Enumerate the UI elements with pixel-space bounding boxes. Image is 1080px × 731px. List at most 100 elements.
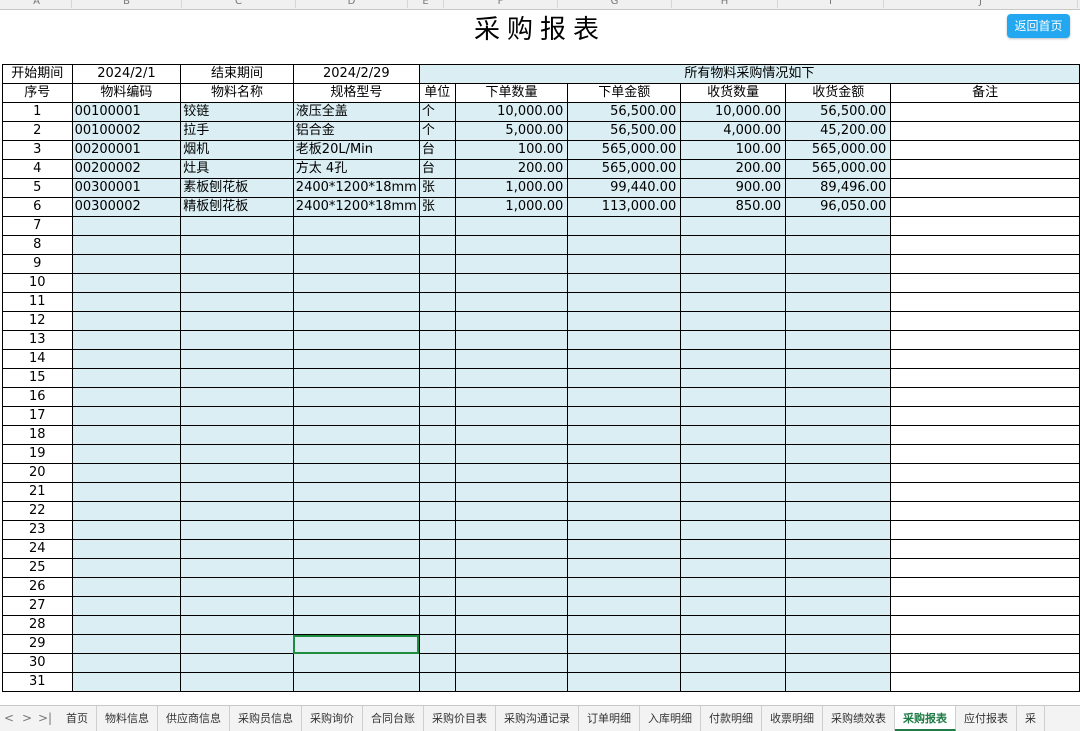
table-cell[interactable] <box>454 577 569 597</box>
table-cell[interactable]: 00300002 <box>71 197 182 217</box>
table-cell[interactable] <box>890 463 1080 483</box>
table-cell[interactable] <box>292 425 420 445</box>
row-number-cell[interactable]: 17 <box>2 406 73 426</box>
table-cell[interactable] <box>180 273 294 293</box>
table-cell[interactable] <box>454 330 569 350</box>
tab-prev-icon[interactable]: < <box>2 706 16 731</box>
table-cell[interactable] <box>785 273 892 293</box>
table-cell[interactable] <box>890 273 1080 293</box>
table-cell[interactable] <box>292 482 420 502</box>
table-cell[interactable] <box>180 216 294 236</box>
table-cell[interactable] <box>454 387 569 407</box>
row-number-cell[interactable]: 18 <box>2 425 73 445</box>
table-cell[interactable] <box>180 444 294 464</box>
table-cell[interactable] <box>680 520 787 540</box>
table-cell[interactable] <box>454 273 569 293</box>
table-cell[interactable] <box>180 615 294 635</box>
table-cell[interactable] <box>418 463 456 483</box>
table-cell[interactable] <box>680 615 787 635</box>
table-cell[interactable] <box>454 653 569 673</box>
table-cell[interactable] <box>71 330 182 350</box>
table-cell[interactable] <box>454 539 569 559</box>
table-cell[interactable] <box>680 444 787 464</box>
table-cell[interactable] <box>890 406 1080 426</box>
table-cell[interactable] <box>680 577 787 597</box>
table-cell[interactable]: 台 <box>418 159 456 179</box>
row-number-cell[interactable]: 20 <box>2 463 73 483</box>
column-header[interactable]: 序号 <box>2 83 73 103</box>
table-cell[interactable] <box>454 615 569 635</box>
row-number-cell[interactable]: 23 <box>2 520 73 540</box>
table-cell[interactable] <box>890 501 1080 521</box>
row-number-cell[interactable]: 15 <box>2 368 73 388</box>
table-cell[interactable] <box>890 330 1080 350</box>
table-cell[interactable] <box>292 463 420 483</box>
table-cell[interactable] <box>418 653 456 673</box>
sheet-tab[interactable]: 供应商信息 <box>158 706 230 731</box>
table-cell[interactable] <box>418 254 456 274</box>
sheet-tab[interactable]: 采购沟通记录 <box>496 706 579 731</box>
sheet-tab[interactable]: 合同台账 <box>363 706 424 731</box>
table-cell[interactable] <box>418 672 456 692</box>
start-period-label[interactable]: 开始期间 <box>2 64 73 84</box>
table-cell[interactable] <box>680 558 787 578</box>
table-cell[interactable]: 00100001 <box>71 102 182 122</box>
table-cell[interactable] <box>71 349 182 369</box>
table-cell[interactable]: 5 <box>2 178 73 198</box>
table-cell[interactable] <box>180 482 294 502</box>
table-cell[interactable] <box>890 102 1080 122</box>
back-to-home-button[interactable]: 返回首页 <box>1007 14 1070 38</box>
table-cell[interactable] <box>418 501 456 521</box>
row-number-cell[interactable]: 30 <box>2 653 73 673</box>
table-cell[interactable] <box>680 235 787 255</box>
table-cell[interactable] <box>180 368 294 388</box>
table-cell[interactable] <box>785 558 892 578</box>
table-cell[interactable] <box>292 216 420 236</box>
column-header[interactable]: 单位 <box>418 83 456 103</box>
table-cell[interactable] <box>567 596 682 616</box>
table-cell[interactable]: 精板刨花板 <box>180 197 294 217</box>
row-number-cell[interactable]: 24 <box>2 539 73 559</box>
table-cell[interactable] <box>418 539 456 559</box>
table-cell[interactable] <box>567 577 682 597</box>
row-number-cell[interactable]: 26 <box>2 577 73 597</box>
table-cell[interactable] <box>890 292 1080 312</box>
table-cell[interactable] <box>418 425 456 445</box>
table-cell[interactable] <box>567 254 682 274</box>
start-period-value[interactable]: 2024/2/1 <box>71 64 182 84</box>
table-cell[interactable] <box>71 406 182 426</box>
table-cell[interactable] <box>71 463 182 483</box>
table-cell[interactable] <box>71 653 182 673</box>
table-cell[interactable] <box>567 368 682 388</box>
table-cell[interactable]: 4 <box>2 159 73 179</box>
table-cell[interactable] <box>567 216 682 236</box>
table-cell[interactable]: 200.00 <box>680 159 787 179</box>
table-cell[interactable] <box>890 653 1080 673</box>
table-cell[interactable] <box>71 387 182 407</box>
table-cell[interactable] <box>567 292 682 312</box>
table-cell[interactable] <box>292 501 420 521</box>
table-cell[interactable]: 素板刨花板 <box>180 178 294 198</box>
table-cell[interactable] <box>680 330 787 350</box>
table-cell[interactable] <box>454 672 569 692</box>
table-cell[interactable] <box>890 368 1080 388</box>
table-cell[interactable] <box>418 577 456 597</box>
table-cell[interactable] <box>567 634 682 654</box>
table-cell[interactable] <box>785 311 892 331</box>
table-cell[interactable]: 89,496.00 <box>785 178 892 198</box>
table-cell[interactable]: 56,500.00 <box>785 102 892 122</box>
table-cell[interactable]: 台 <box>418 140 456 160</box>
table-cell[interactable]: 张 <box>418 178 456 198</box>
sheet-tab[interactable]: 首页 <box>58 706 97 731</box>
column-header[interactable]: 物料编码 <box>71 83 182 103</box>
table-cell[interactable] <box>418 406 456 426</box>
table-cell[interactable] <box>454 311 569 331</box>
end-period-label[interactable]: 结束期间 <box>180 64 294 84</box>
sheet-tab[interactable]: 采购询价 <box>302 706 363 731</box>
row-number-cell[interactable]: 9 <box>2 254 73 274</box>
table-cell[interactable]: 1,000.00 <box>454 197 569 217</box>
table-cell[interactable] <box>567 235 682 255</box>
table-cell[interactable]: 99,440.00 <box>567 178 682 198</box>
table-cell[interactable] <box>71 482 182 502</box>
table-cell[interactable]: 方太 4孔 <box>292 159 420 179</box>
